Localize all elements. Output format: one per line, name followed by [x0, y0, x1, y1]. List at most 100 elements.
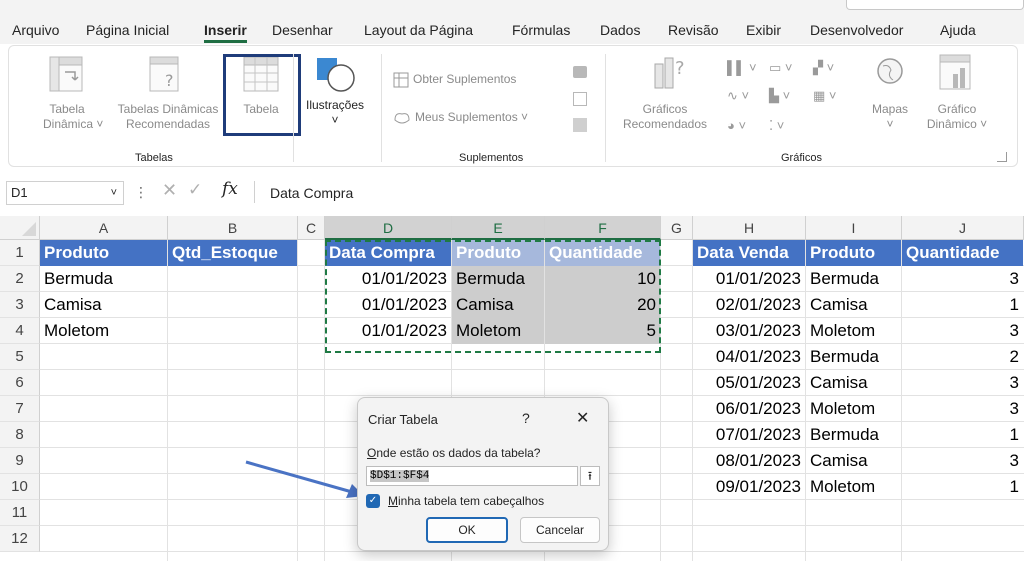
table-cell[interactable]: 1 — [902, 422, 1023, 448]
table-cell[interactable]: 2 — [902, 344, 1023, 370]
table-cell[interactable]: 3 — [902, 396, 1023, 422]
table-header-cell[interactable]: Quantidade — [902, 240, 1023, 266]
table-header-cell[interactable]: Produto — [40, 240, 167, 266]
combo-chart-icon[interactable]: ▦ ˅ — [813, 88, 845, 106]
scatter-chart-icon[interactable]: ⁚ ˅ — [769, 118, 801, 136]
headers-checkbox-label[interactable]: Minha tabela tem cabeçalhos — [388, 494, 544, 508]
tab-inserir[interactable]: Inserir — [204, 22, 247, 43]
row-header-7[interactable]: 7 — [0, 396, 40, 422]
ok-button[interactable]: OK — [426, 517, 508, 543]
table-cell[interactable] — [168, 292, 297, 318]
table-cell[interactable]: 5 — [545, 318, 660, 344]
table-header-cell[interactable]: Quantidade — [545, 240, 660, 266]
line-chart-icon[interactable]: ∿ ˅ — [727, 88, 759, 106]
column-header-f[interactable]: F — [545, 216, 661, 240]
row-header-12[interactable]: 12 — [0, 526, 40, 552]
table-cell[interactable]: Bermuda — [806, 266, 901, 292]
more-options-icon[interactable]: ⋮ — [134, 184, 148, 201]
table-cell[interactable]: Moletom — [40, 318, 167, 344]
column-header-j[interactable]: J — [902, 216, 1024, 240]
table-cell[interactable]: Bermuda — [40, 266, 167, 292]
row-header-10[interactable]: 10 — [0, 474, 40, 500]
tab-desenhar[interactable]: Desenhar — [272, 22, 333, 38]
dialog-launcher-icon[interactable] — [997, 152, 1007, 162]
enter-icon[interactable]: ✓ — [188, 180, 202, 200]
range-input[interactable]: $D$1:$F$4 — [366, 466, 578, 486]
row-header-2[interactable]: 2 — [0, 266, 40, 292]
column-header-g[interactable]: G — [661, 216, 693, 240]
chevron-down-icon[interactable]: ˅ — [111, 182, 117, 204]
table-cell[interactable]: 07/01/2023 — [693, 422, 805, 448]
column-header-h[interactable]: H — [693, 216, 806, 240]
tab-desenvolvedor[interactable]: Desenvolvedor — [810, 22, 903, 38]
table-cell[interactable]: 3 — [902, 266, 1023, 292]
pie-chart-icon[interactable]: ◕ ˅ — [727, 118, 759, 136]
table-cell[interactable]: 01/01/2023 — [325, 318, 451, 344]
table-cell[interactable]: Bermuda — [806, 422, 901, 448]
tab-layout-da-pagina[interactable]: Layout da Página — [364, 22, 473, 38]
bing-maps-icon[interactable] — [573, 92, 587, 106]
people-graph-icon[interactable] — [573, 118, 587, 132]
formula-input[interactable]: Data Compra — [270, 185, 353, 201]
row-header-9[interactable]: 9 — [0, 448, 40, 474]
table-cell[interactable]: Moletom — [806, 396, 901, 422]
table-header-cell[interactable]: Data Venda — [693, 240, 805, 266]
table-cell[interactable]: 05/01/2023 — [693, 370, 805, 396]
table-cell[interactable]: 3 — [902, 318, 1023, 344]
row-header-11[interactable]: 11 — [0, 500, 40, 526]
table-cell[interactable]: 06/01/2023 — [693, 396, 805, 422]
tab-arquivo[interactable]: Arquivo — [12, 22, 59, 38]
table-cell[interactable]: 01/01/2023 — [325, 292, 451, 318]
row-header-6[interactable]: 6 — [0, 370, 40, 396]
table-cell[interactable]: 04/01/2023 — [693, 344, 805, 370]
statistic-chart-icon[interactable]: ▙ ˅ — [769, 88, 801, 106]
table-cell[interactable]: 10 — [545, 266, 660, 292]
tab-formulas[interactable]: Fórmulas — [512, 22, 570, 38]
table-cell[interactable]: Camisa — [452, 292, 544, 318]
tab-ajuda[interactable]: Ajuda — [940, 22, 976, 38]
close-icon[interactable]: ✕ — [576, 408, 589, 428]
hierarchy-chart-icon[interactable]: ▭ ˅ — [769, 60, 801, 78]
row-header-8[interactable]: 8 — [0, 422, 40, 448]
table-cell[interactable]: Camisa — [806, 292, 901, 318]
name-box[interactable]: D1 ˅ — [6, 181, 124, 205]
table-cell[interactable]: Bermuda — [452, 266, 544, 292]
table-cell[interactable]: 3 — [902, 448, 1023, 474]
table-cell[interactable]: 1 — [902, 474, 1023, 500]
column-header-d[interactable]: D — [325, 216, 452, 240]
cancel-icon[interactable]: ✕ — [162, 180, 177, 201]
row-header-5[interactable]: 5 — [0, 344, 40, 370]
column-header-e[interactable]: E — [452, 216, 545, 240]
table-cell[interactable]: 08/01/2023 — [693, 448, 805, 474]
table-cell[interactable]: Camisa — [806, 448, 901, 474]
column-header-a[interactable]: A — [40, 216, 168, 240]
table-cell[interactable]: Moletom — [806, 474, 901, 500]
table-cell[interactable]: Moletom — [806, 318, 901, 344]
table-header-cell[interactable]: Produto — [452, 240, 544, 266]
column-header-i[interactable]: I — [806, 216, 902, 240]
tab-revisao[interactable]: Revisão — [668, 22, 719, 38]
table-cell[interactable]: 01/01/2023 — [693, 266, 805, 292]
table-header-cell[interactable]: Data Compra — [325, 240, 451, 266]
table-cell[interactable]: Camisa — [40, 292, 167, 318]
tab-pagina-inicial[interactable]: Página Inicial — [86, 22, 169, 38]
row-header-4[interactable]: 4 — [0, 318, 40, 344]
table-cell[interactable]: 03/01/2023 — [693, 318, 805, 344]
cancel-button[interactable]: Cancelar — [520, 517, 600, 543]
table-cell[interactable]: 3 — [902, 370, 1023, 396]
insert-function-icon[interactable]: fx — [222, 179, 238, 199]
waterfall-chart-icon[interactable]: ▞ ˅ — [813, 60, 845, 78]
tab-dados[interactable]: Dados — [600, 22, 640, 38]
column-header-b[interactable]: B — [168, 216, 298, 240]
visio-icon[interactable] — [573, 66, 587, 78]
table-cell[interactable]: 1 — [902, 292, 1023, 318]
table-cell[interactable] — [168, 266, 297, 292]
table-cell[interactable] — [168, 318, 297, 344]
table-cell[interactable]: 02/01/2023 — [693, 292, 805, 318]
help-icon[interactable]: ? — [522, 410, 530, 426]
collapse-dialog-icon[interactable]: ⭱ — [580, 466, 600, 486]
tab-exibir[interactable]: Exibir — [746, 22, 781, 38]
column-chart-icon[interactable]: ▌▌ ˅ — [727, 60, 759, 78]
table-cell[interactable]: 01/01/2023 — [325, 266, 451, 292]
table-cell[interactable]: Bermuda — [806, 344, 901, 370]
